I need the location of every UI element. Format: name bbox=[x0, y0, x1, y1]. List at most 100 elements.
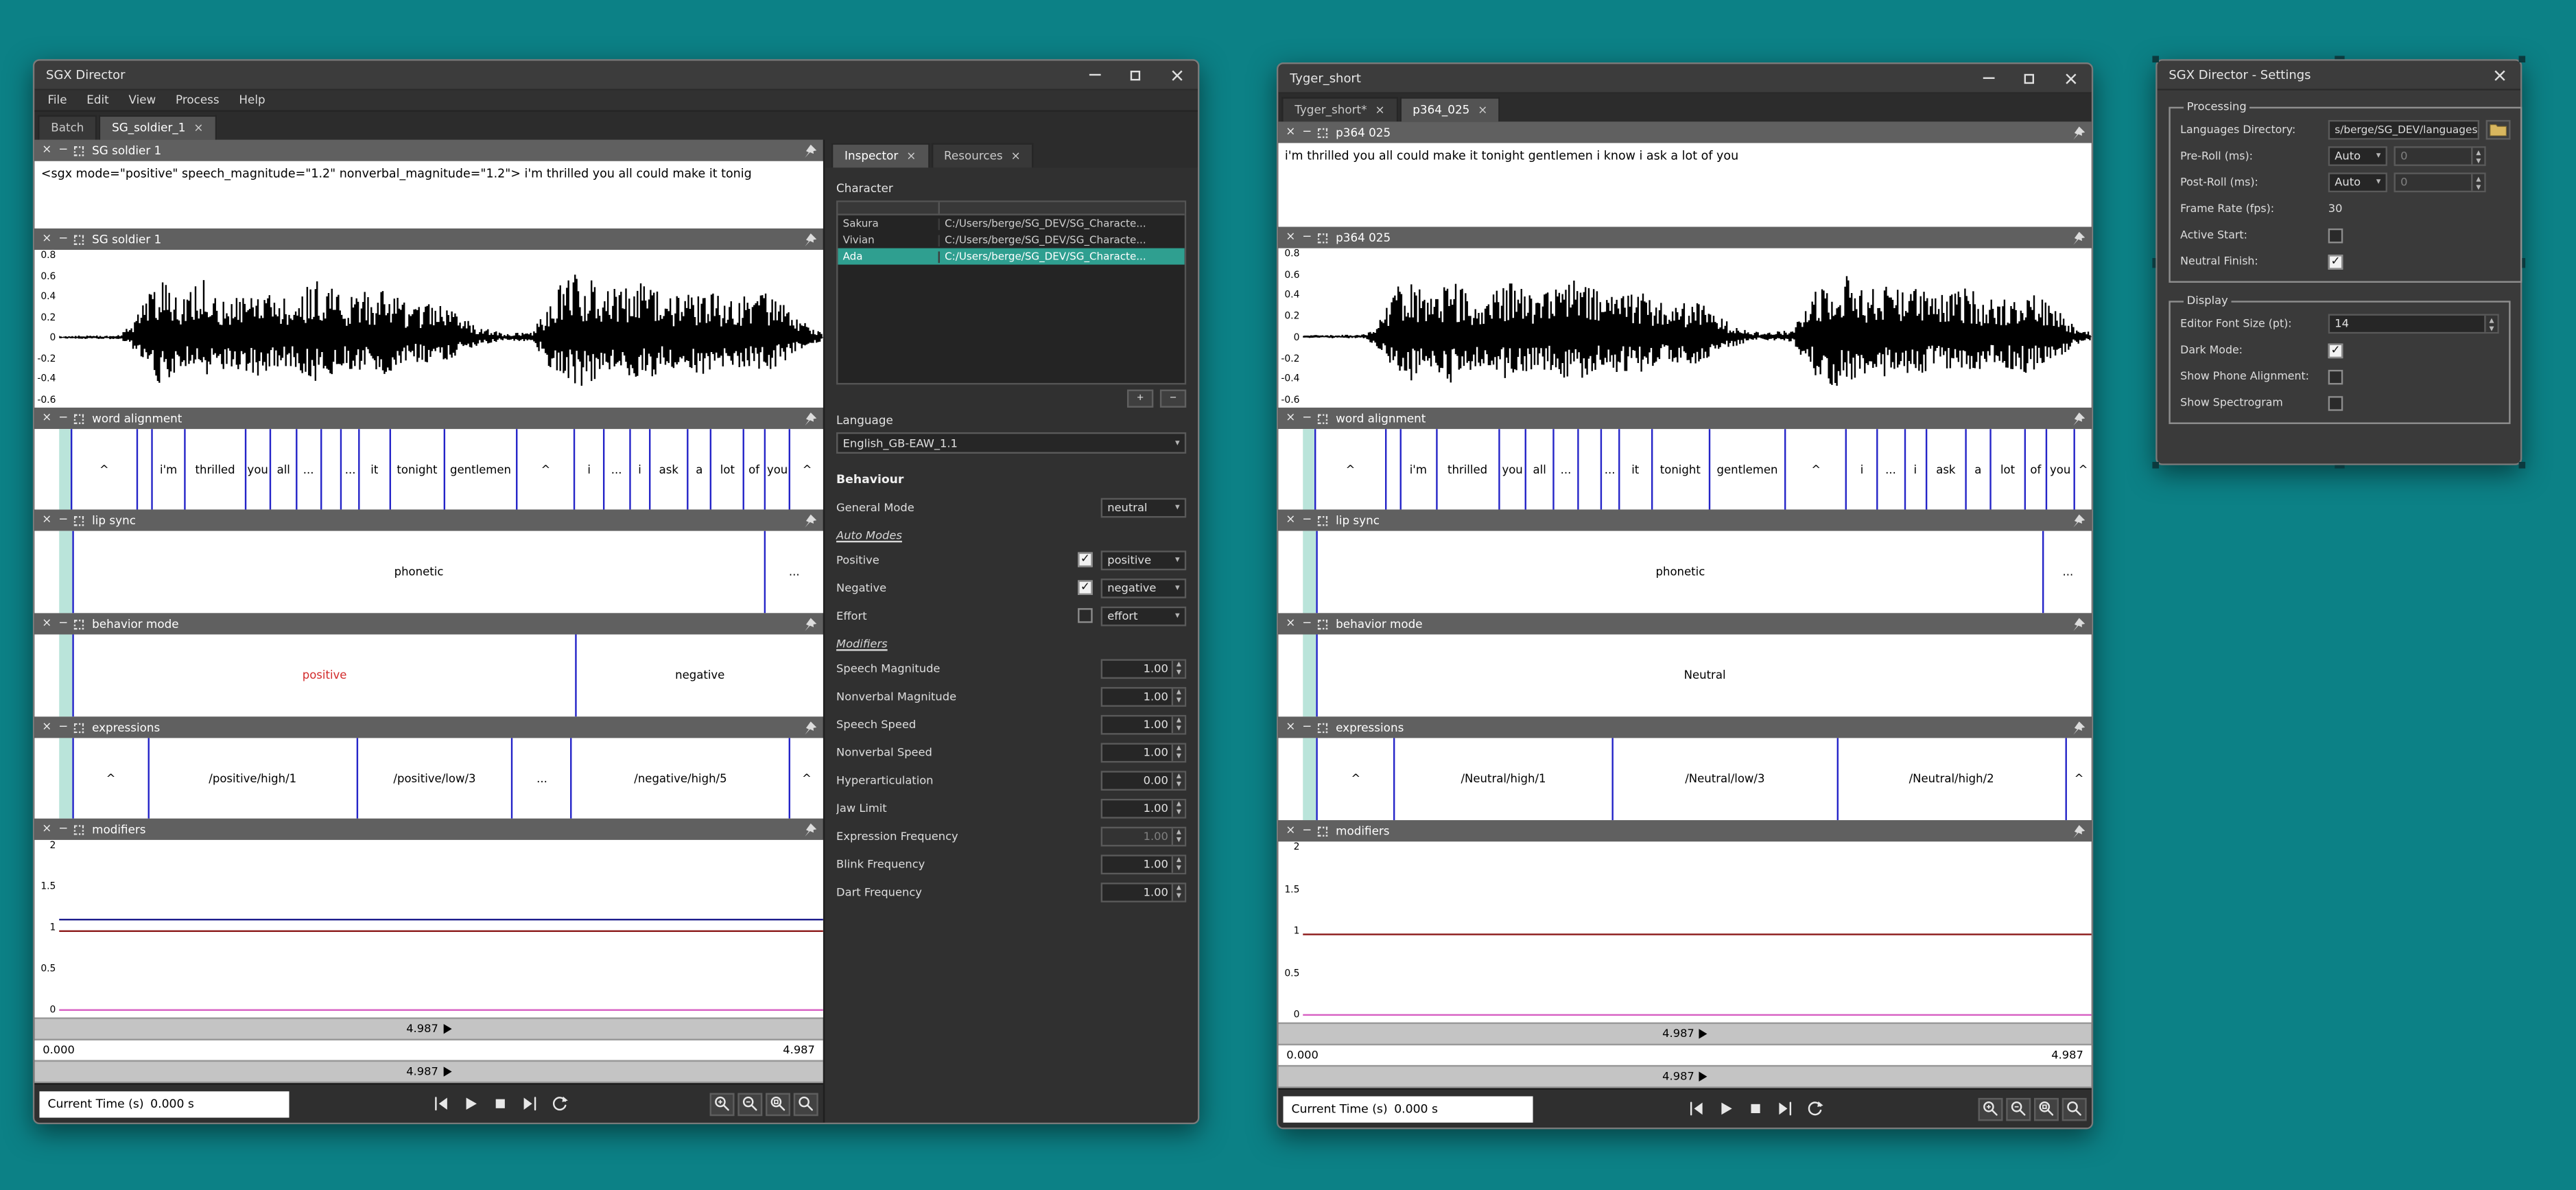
remove-character-button[interactable]: − bbox=[1160, 390, 1186, 408]
segment[interactable]: i'm bbox=[151, 429, 185, 509]
tab-close-icon[interactable] bbox=[1375, 104, 1385, 116]
segment[interactable]: all bbox=[1525, 429, 1552, 509]
resize-handle[interactable] bbox=[2152, 257, 2155, 267]
segment-gap[interactable] bbox=[1303, 738, 1316, 820]
panel-header[interactable]: modifiers bbox=[1278, 820, 2092, 841]
segment-gap[interactable] bbox=[59, 738, 72, 818]
resize-handle[interactable] bbox=[2334, 465, 2343, 469]
panel-header[interactable]: SG soldier 1 bbox=[34, 229, 823, 250]
segment[interactable]: gentlemen bbox=[1708, 429, 1784, 509]
panel-collapse-icon[interactable] bbox=[58, 618, 69, 630]
zoom-fit-button[interactable] bbox=[794, 1092, 818, 1115]
effort-checkbox[interactable] bbox=[1078, 608, 1093, 623]
nonverbal-magnitude-spinner[interactable]: 1.00 bbox=[1101, 686, 1187, 706]
segment[interactable]: lot bbox=[711, 429, 743, 509]
segment[interactable]: phonetic bbox=[72, 531, 764, 614]
pre-roll-mode-select[interactable]: Auto bbox=[2328, 146, 2387, 166]
panel-close-icon[interactable] bbox=[41, 412, 53, 424]
segment[interactable]: ... bbox=[296, 429, 320, 509]
negative-mode-select[interactable]: negative bbox=[1101, 578, 1187, 598]
segment[interactable]: /positive/high/1 bbox=[147, 738, 355, 818]
panel-collapse-icon[interactable] bbox=[58, 824, 69, 835]
positive-mode-select[interactable]: positive bbox=[1101, 550, 1187, 570]
tab-batch[interactable]: Batch bbox=[38, 115, 97, 140]
segment-gap[interactable] bbox=[1303, 429, 1314, 509]
jaw-limit-spinner[interactable]: 1.00 bbox=[1101, 798, 1187, 818]
menu-view[interactable]: View bbox=[119, 94, 166, 107]
spin-down-icon[interactable] bbox=[1173, 864, 1185, 872]
language-select[interactable]: English_GB-EAW_1.1 bbox=[836, 432, 1186, 454]
segment[interactable]: ... bbox=[603, 429, 629, 509]
spin-down-icon[interactable] bbox=[2472, 183, 2484, 191]
panel-collapse-icon[interactable] bbox=[1301, 618, 1313, 630]
panel-expand-icon[interactable] bbox=[74, 824, 84, 834]
segment-gap[interactable] bbox=[59, 429, 70, 509]
dark-mode-checkbox[interactable] bbox=[2328, 342, 2343, 358]
segment[interactable]: i'm bbox=[1399, 429, 1435, 509]
speech-magnitude-spinner[interactable]: 1.00 bbox=[1101, 658, 1187, 678]
resize-handle[interactable] bbox=[2152, 56, 2159, 62]
play-button[interactable] bbox=[458, 1092, 482, 1115]
segment[interactable]: ... bbox=[1552, 429, 1578, 509]
zoom-fit-button[interactable] bbox=[2062, 1097, 2087, 1121]
pin-icon[interactable] bbox=[803, 721, 816, 734]
pin-icon[interactable] bbox=[2072, 617, 2085, 630]
spin-up-icon[interactable] bbox=[2472, 174, 2484, 183]
minimize-button[interactable] bbox=[1980, 68, 1996, 88]
panel-collapse-icon[interactable] bbox=[1301, 515, 1313, 526]
maximize-button[interactable] bbox=[2021, 68, 2037, 88]
segment[interactable]: you bbox=[1498, 429, 1526, 509]
segment-gap[interactable] bbox=[59, 531, 72, 614]
panel-collapse-icon[interactable] bbox=[1301, 126, 1313, 138]
loop-button[interactable] bbox=[1802, 1097, 1827, 1121]
segment[interactable]: negative bbox=[575, 634, 823, 716]
segment[interactable]: ^ bbox=[2065, 738, 2092, 820]
segment[interactable]: positive bbox=[72, 634, 575, 716]
tab-close-icon[interactable] bbox=[906, 150, 916, 162]
panel-header[interactable]: expressions bbox=[34, 716, 823, 738]
segment[interactable]: ^ bbox=[1784, 429, 1845, 509]
zoom-selection-button[interactable] bbox=[2034, 1097, 2059, 1121]
panel-close-icon[interactable] bbox=[41, 233, 53, 245]
browse-folder-button[interactable] bbox=[2486, 120, 2511, 140]
segment[interactable]: you bbox=[2046, 429, 2073, 509]
spin-down-icon[interactable] bbox=[1173, 836, 1185, 844]
panel-close-icon[interactable] bbox=[1285, 618, 1297, 630]
tab-close-icon[interactable] bbox=[1478, 104, 1487, 116]
panel-expand-icon[interactable] bbox=[1318, 515, 1327, 525]
segment-gap[interactable] bbox=[1303, 531, 1316, 614]
panel-close-icon[interactable] bbox=[41, 824, 53, 835]
resize-handle[interactable] bbox=[2519, 56, 2526, 62]
segment-gap[interactable] bbox=[1384, 429, 1399, 509]
panel-collapse-icon[interactable] bbox=[58, 233, 69, 245]
segment[interactable]: thrilled bbox=[1435, 429, 1498, 509]
resize-handle[interactable] bbox=[2522, 257, 2525, 267]
pin-icon[interactable] bbox=[2072, 412, 2085, 425]
segment[interactable]: it bbox=[1618, 429, 1651, 509]
dart-frequency-spinner[interactable]: 1.00 bbox=[1101, 882, 1187, 902]
segment[interactable]: Neutral bbox=[1316, 634, 2092, 716]
panel-header[interactable]: word alignment bbox=[1278, 408, 2092, 429]
panel-expand-icon[interactable] bbox=[74, 413, 84, 423]
pin-icon[interactable] bbox=[803, 823, 816, 836]
menu-edit[interactable]: Edit bbox=[77, 94, 119, 107]
sgx-text-editor[interactable]: <sgx mode="positive" speech_magnitude="1… bbox=[34, 161, 823, 229]
zoom-selection-button[interactable] bbox=[766, 1092, 790, 1115]
spin-up-icon[interactable] bbox=[2486, 316, 2498, 324]
panel-expand-icon[interactable] bbox=[1318, 413, 1327, 423]
nonverbal-speed-spinner[interactable]: 1.00 bbox=[1101, 742, 1187, 762]
editor-font-size-spinner[interactable]: 14 bbox=[2328, 314, 2499, 334]
panel-expand-icon[interactable] bbox=[74, 145, 84, 155]
panel-header[interactable]: behavior mode bbox=[1278, 613, 2092, 634]
panel-header[interactable]: p364 025 bbox=[1278, 121, 2092, 143]
panel-close-icon[interactable] bbox=[41, 145, 53, 156]
segment[interactable]: gentlemen bbox=[444, 429, 516, 509]
timeline-scrollbar-top[interactable]: 4.987 bbox=[1278, 1023, 2092, 1046]
segment[interactable]: ... bbox=[512, 738, 571, 818]
close-button[interactable] bbox=[2062, 68, 2079, 88]
resize-handle[interactable] bbox=[2519, 462, 2526, 469]
add-character-button[interactable]: + bbox=[1127, 390, 1153, 408]
panel-collapse-icon[interactable] bbox=[58, 412, 69, 424]
negative-checkbox[interactable] bbox=[1078, 580, 1093, 595]
menu-file[interactable]: File bbox=[38, 94, 77, 107]
